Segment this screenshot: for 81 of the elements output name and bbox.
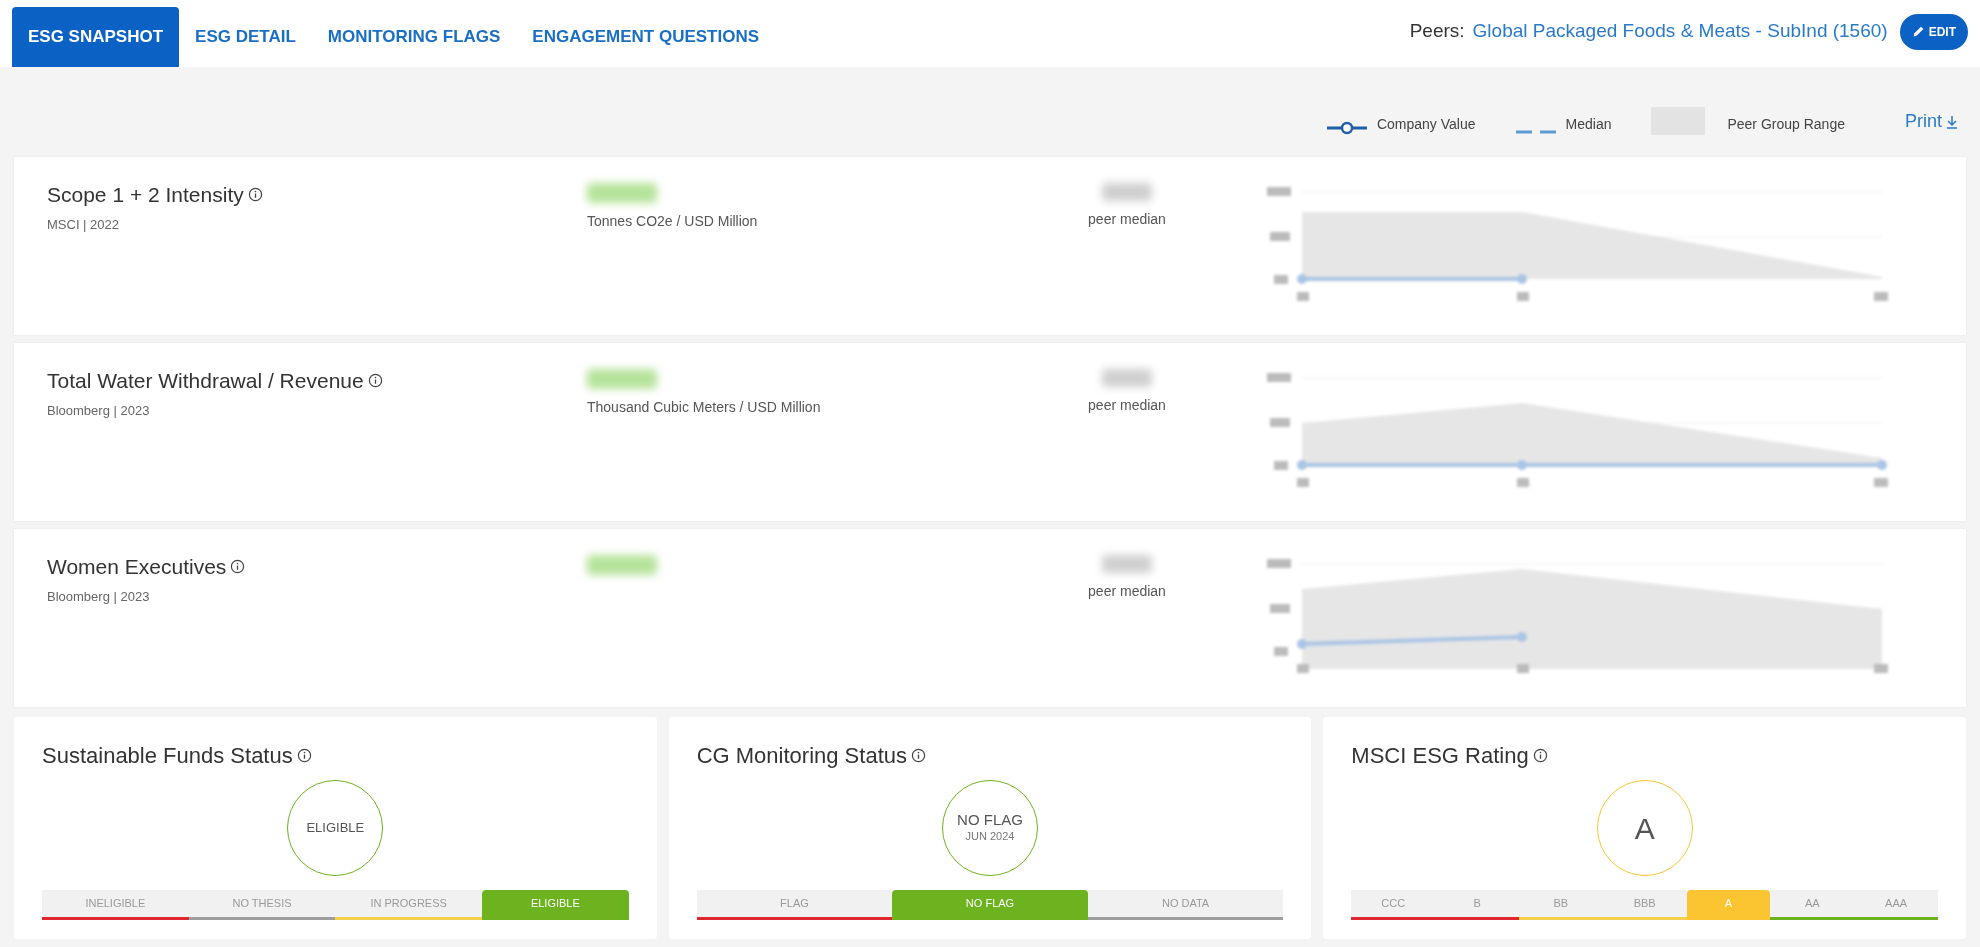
blurred-axis-label (1270, 604, 1290, 613)
blurred-axis-label (1270, 232, 1290, 241)
data-point (1297, 274, 1307, 284)
blurred-value (587, 183, 657, 203)
median-label: peer median (1088, 396, 1166, 415)
blurred-axis-label (1874, 292, 1888, 301)
status-segment: ELIGIBLE (482, 890, 629, 920)
status-segment: FLAG (696, 890, 893, 920)
blurred-axis-label (1274, 647, 1288, 656)
status-date: JUN 2024 (965, 828, 1015, 844)
info-icon[interactable] (911, 748, 926, 763)
pencil-icon (1911, 25, 1925, 38)
data-point (1517, 274, 1527, 284)
peers-link[interactable]: Global Packaged Foods & Meats - SubInd (1560) (1472, 17, 1888, 46)
info-icon[interactable] (1532, 748, 1548, 763)
blurred-axis-label (1297, 292, 1309, 301)
blurred-axis-label (1297, 478, 1309, 487)
status-segment: NO FLAG (892, 890, 1088, 920)
blurred-axis-label (1267, 559, 1291, 568)
blurred-value (587, 555, 657, 575)
blurred-axis-label (1874, 478, 1888, 487)
median-label: peer median (1088, 210, 1166, 229)
info-icon[interactable] (247, 187, 263, 203)
blurred-axis-label (1270, 418, 1290, 427)
print-link[interactable]: Print (1905, 108, 1958, 135)
blurred-axis-label (1517, 664, 1529, 673)
status-segment: A (1686, 890, 1771, 920)
metric-title: Total Water Withdrawal / Revenue (47, 368, 364, 394)
legend-label: Peer Group Range (1727, 115, 1845, 134)
tab[interactable]: ESG SNAPSHOT (12, 7, 180, 67)
blurred-value (587, 369, 657, 389)
info-icon[interactable] (230, 559, 246, 575)
legend-label: Median (1565, 115, 1612, 134)
blurred-value (1102, 183, 1152, 201)
metric-unit: Thousand Cubic Meters / USD Million (587, 398, 822, 417)
metric-source: MSCI | 2022 (47, 215, 121, 234)
status-segment: B (1435, 890, 1519, 920)
status-segment: CCC (1351, 890, 1436, 920)
blurred-value (1102, 369, 1152, 387)
download-icon (1946, 114, 1958, 129)
status-segment: AA (1770, 890, 1855, 920)
blurred-axis-label (1297, 664, 1309, 673)
blurred-value (1102, 555, 1152, 573)
status-text: NO FLAG (957, 811, 1023, 828)
metric-source: Bloomberg | 2023 (47, 401, 151, 420)
card-title: Sustainable Funds Status (42, 742, 293, 770)
info-icon[interactable] (367, 373, 383, 389)
status-segment: NO DATA (1087, 890, 1284, 920)
status-segment: AAA (1854, 890, 1939, 920)
card-title: MSCI ESG Rating (1351, 742, 1529, 770)
info-icon[interactable] (296, 748, 312, 763)
blurred-axis-label (1274, 275, 1288, 284)
status-segment: BB (1518, 890, 1603, 920)
status-text: A (1634, 810, 1655, 847)
card-title: CG Monitoring Status (696, 742, 907, 770)
median-icon (1515, 129, 1556, 135)
metric-source: Bloomberg | 2023 (47, 587, 151, 606)
blurred-axis-label (1274, 461, 1288, 470)
legend-label: Company Value (1376, 115, 1476, 134)
data-point (1297, 639, 1307, 649)
blurred-axis-label (1874, 664, 1888, 673)
edit-button[interactable]: EDIT (1899, 13, 1968, 50)
status-segment: IN PROGRESS (335, 890, 482, 920)
blurred-axis-label (1267, 187, 1291, 196)
data-point (1517, 460, 1527, 470)
blurred-axis-label (1267, 373, 1291, 382)
metric-title: Women Executives (47, 554, 227, 580)
status-segment: BBB (1602, 890, 1687, 920)
status-segment: NO THESIS (188, 890, 336, 920)
blurred-axis-label (1517, 292, 1529, 301)
metric-title: Scope 1 + 2 Intensity (47, 182, 244, 208)
status-text: ELIGIBLE (306, 819, 365, 838)
median-label: peer median (1088, 582, 1166, 601)
blurred-axis-label (1517, 478, 1529, 487)
data-point (1517, 632, 1527, 642)
metric-unit: Tonnes CO2e / USD Million (587, 212, 759, 231)
data-point (1297, 460, 1307, 470)
status-segment: INELIGIBLE (42, 890, 189, 920)
company-value-icon (1326, 121, 1367, 135)
data-point (1877, 460, 1887, 470)
peers-label: Peers: (1409, 19, 1465, 44)
